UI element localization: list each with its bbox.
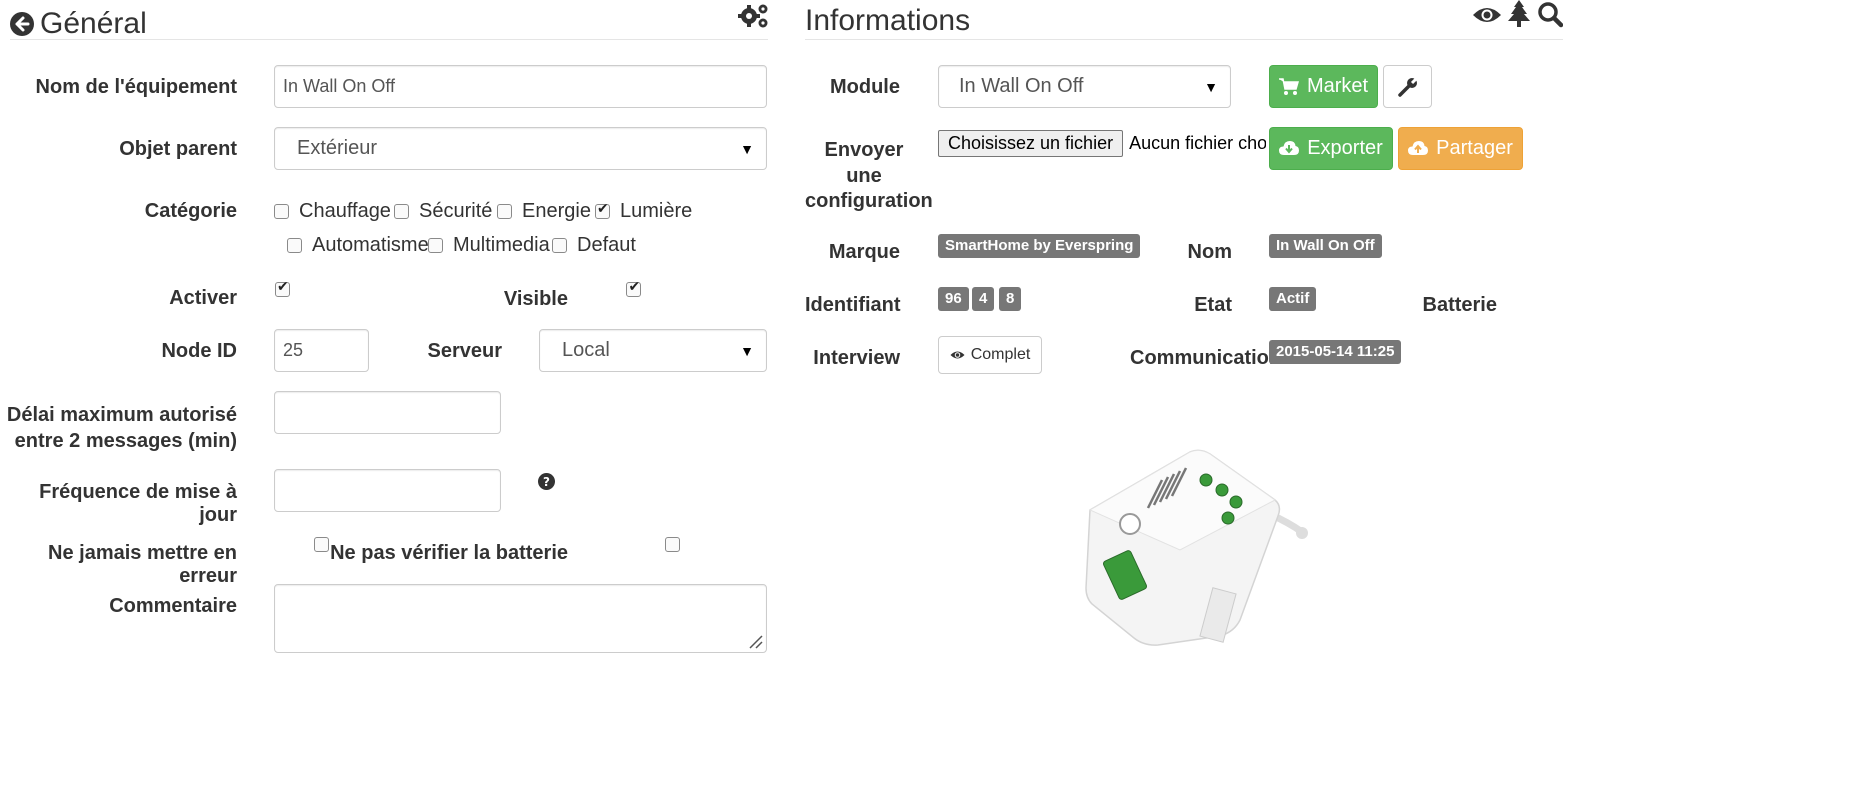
- no-battery-check-checkbox[interactable]: [665, 537, 681, 553]
- gears-icon[interactable]: [738, 2, 770, 30]
- interview-label: Interview: [813, 347, 900, 369]
- search-icon[interactable]: [1538, 2, 1563, 28]
- select-arrow-icon: ▼: [740, 140, 754, 157]
- category-checkbox[interactable]: [595, 201, 610, 219]
- general-header: Général: [10, 7, 147, 41]
- never-error-label: Ne jamais mettre en erreur: [48, 542, 237, 587]
- category-checkbox[interactable]: [552, 238, 567, 253]
- identifier-badge: 96: [938, 287, 969, 311]
- back-circle-icon[interactable]: [10, 12, 34, 36]
- informations-title: Informations: [805, 4, 971, 37]
- svg-text:?: ?: [543, 475, 550, 489]
- comment-label: Commentaire: [109, 595, 237, 617]
- identifier-label: Identifiant: [805, 294, 901, 316]
- select-arrow-icon: ▼: [1204, 78, 1218, 95]
- category-multimedia[interactable]: Multimedia: [428, 234, 550, 257]
- device-image: [1030, 440, 1320, 660]
- general-title: Général: [40, 7, 147, 40]
- wrench-button[interactable]: [1383, 65, 1432, 108]
- category-label: Catégorie: [144, 200, 237, 222]
- general-divider: [10, 39, 768, 40]
- category-lumiere[interactable]: Lumière: [595, 200, 692, 223]
- no-file-text: Aucun fichier choisi: [1129, 132, 1266, 153]
- module-label: Module: [830, 76, 900, 98]
- state-badge: Actif: [1269, 287, 1317, 311]
- equipment-name-input[interactable]: In Wall On Off: [274, 65, 767, 108]
- category-defaut[interactable]: Defaut: [552, 234, 636, 257]
- category-chauffage[interactable]: Chauffage: [274, 200, 391, 223]
- parent-label: Objet parent: [119, 138, 237, 160]
- choose-file-button[interactable]: Choisissez un fichier: [938, 129, 1124, 157]
- category-checkbox[interactable]: [497, 204, 512, 219]
- name-label: Nom: [1187, 241, 1232, 263]
- update-freq-input[interactable]: [274, 469, 501, 512]
- brand-badge: SmartHome by Everspring: [938, 234, 1141, 258]
- update-freq-label: Fréquence de mise à jour: [39, 481, 237, 526]
- comment-textarea[interactable]: [274, 584, 767, 653]
- resize-handle-icon[interactable]: [747, 633, 763, 649]
- file-input[interactable]: Choisissez un fichier Aucun fichier choi…: [938, 128, 1266, 158]
- server-label: Serveur: [427, 340, 503, 362]
- equipment-name-label: Nom de l'équipement: [35, 76, 237, 98]
- identifier-badge: 8: [999, 287, 1022, 311]
- node-id-input[interactable]: 25: [274, 329, 369, 372]
- name-badge: In Wall On Off: [1269, 234, 1382, 258]
- equipment-name-value: In Wall On Off: [283, 76, 396, 96]
- visible-checkbox[interactable]: [626, 279, 642, 298]
- category-automatisme[interactable]: Automatisme: [287, 234, 429, 257]
- tree-icon[interactable]: [1507, 0, 1531, 28]
- server-value: Local: [562, 339, 610, 361]
- visible-label: Visible: [503, 288, 568, 310]
- select-arrow-icon: ▼: [740, 342, 754, 359]
- node-id-label: Node ID: [161, 340, 237, 362]
- cloud-download-icon: [1279, 140, 1300, 157]
- share-button[interactable]: Partager: [1398, 127, 1523, 170]
- cart-icon: [1278, 77, 1299, 96]
- node-id-value: 25: [283, 340, 304, 360]
- informations-divider: [805, 39, 1563, 40]
- max-delay-label: Délai maximum autorisé entre 2 messages …: [6, 404, 237, 452]
- communication-badge: 2015-05-14 11:25: [1269, 340, 1402, 364]
- enable-checkbox[interactable]: [275, 279, 290, 298]
- send-config-label: Envoyer une configuration: [805, 139, 933, 212]
- category-securite[interactable]: Sécurité: [394, 200, 492, 223]
- category-checkbox[interactable]: [428, 238, 443, 253]
- enable-label: Activer: [169, 287, 237, 309]
- eye-icon[interactable]: [1472, 5, 1502, 25]
- category-checkbox[interactable]: [274, 204, 289, 219]
- parent-value: Extérieur: [297, 137, 378, 159]
- eye-icon: [950, 350, 965, 360]
- market-button[interactable]: Market: [1269, 65, 1378, 108]
- interview-button[interactable]: Complet: [938, 336, 1042, 374]
- module-value: In Wall On Off: [959, 75, 1084, 97]
- export-button[interactable]: Exporter: [1269, 127, 1393, 170]
- identifier-badge: 4: [972, 287, 995, 311]
- wrench-icon: [1397, 76, 1418, 97]
- server-select[interactable]: Local ▼: [539, 329, 767, 372]
- max-delay-input[interactable]: [274, 391, 501, 434]
- category-energie[interactable]: Energie: [497, 200, 591, 223]
- state-label: Etat: [1194, 294, 1232, 316]
- never-error-checkbox[interactable]: [313, 537, 329, 553]
- module-select[interactable]: In Wall On Off ▼: [938, 65, 1231, 108]
- no-battery-check-label: Ne pas vérifier la batterie: [330, 542, 568, 564]
- category-checkbox[interactable]: [287, 238, 302, 253]
- question-circle-icon[interactable]: ?: [538, 473, 555, 490]
- category-checkbox[interactable]: [394, 204, 409, 219]
- brand-label: Marque: [828, 241, 900, 263]
- communication-label: Communication: [1130, 347, 1282, 369]
- battery-label: Batterie: [1422, 294, 1497, 316]
- cloud-upload-icon: [1408, 140, 1429, 157]
- parent-select[interactable]: Extérieur ▼: [274, 127, 767, 170]
